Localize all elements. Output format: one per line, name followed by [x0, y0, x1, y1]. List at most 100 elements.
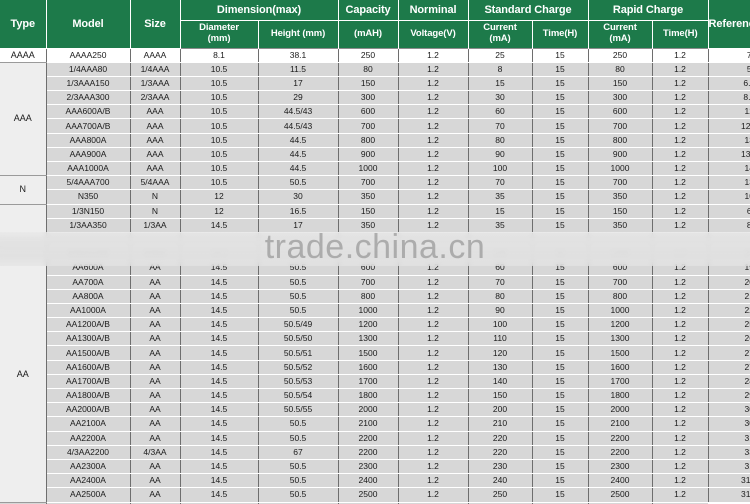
cell-voltage: 1.2	[398, 47, 469, 63]
cell-std-current: 90	[468, 302, 533, 319]
cell-rapid-time: 1.2	[652, 274, 709, 290]
cell-weight: 7	[708, 47, 750, 63]
cell-height: 44.5	[258, 160, 339, 177]
table-row: 2/3AAA3002/3AAA10.5293001.230153001.28.5	[0, 90, 750, 106]
cell-height: 50.5/54	[258, 387, 339, 404]
cell-model	[46, 231, 131, 248]
cell-std-time: 15	[532, 345, 589, 361]
cell-height	[258, 231, 339, 248]
cell-size: AA	[130, 302, 181, 319]
cell-diameter: 14.5	[180, 359, 259, 375]
header-rapid-charge: Rapid Charge	[588, 0, 709, 21]
cell-std-current: 210	[468, 416, 533, 432]
cell-diameter: 14.5	[180, 487, 259, 503]
cell-rapid-time: 1.2	[652, 175, 709, 191]
table-row: AA2200AAA14.550.522001.22201522001.231	[0, 430, 750, 446]
cell-rapid-current: 2200	[588, 444, 653, 460]
cell-size: 1/3AAA	[130, 75, 181, 92]
cell-std-time: 15	[532, 288, 589, 304]
cell-model: AA2100A	[46, 416, 131, 432]
table-row: AA 4/3AA1200 4/3AA 14.5 45 1200 1.2 120 15 1200 1.…	[0, 246, 750, 503]
cell-size: AA	[130, 416, 181, 432]
cell-std-time: 15	[532, 246, 589, 262]
cell-size: AA	[130, 487, 181, 503]
cell-std-time: 15	[532, 373, 589, 390]
cell-capacity: 1600	[338, 359, 399, 375]
cell-voltage: 1.2	[398, 189, 469, 205]
cell-rapid-current: 150	[588, 75, 653, 92]
cell-rapid-time: 1.2	[652, 345, 709, 361]
cell-diameter: 10.5	[180, 146, 259, 163]
cell-voltage: 1.2	[398, 104, 469, 120]
cell-std-current: 80	[468, 132, 533, 148]
cell-rapid-current: 250	[588, 47, 653, 63]
cell-size: 2/3AAA	[130, 90, 181, 106]
group-cell-type: AAA	[0, 61, 47, 177]
table-row: AAA800AAAA10.544.58001.280158001.213	[0, 132, 750, 148]
table-row: AA2000A/B AA 14.5 50.5/55 2000 1.2 200 15 2000 1.…	[0, 402, 750, 418]
cell-std-current: 90	[468, 146, 533, 163]
cell-model: AAA700A/B	[46, 118, 131, 134]
cell-capacity: 250	[338, 47, 399, 63]
cell-capacity: 1300	[338, 331, 399, 347]
cell-weight	[708, 231, 750, 248]
cell-height: 50.5/52	[258, 359, 339, 375]
cell-size: 4/3AA	[130, 444, 181, 460]
cell-model: AA1600A/B	[46, 359, 131, 375]
cell-rapid-current: 700	[588, 274, 653, 290]
cell-height: 50.5	[258, 288, 339, 304]
cell-rapid-time: 1.2	[652, 387, 709, 404]
cell-rapid-current: 600	[588, 260, 653, 276]
cell-std-time: 15	[532, 260, 589, 276]
cell-std-time: 15	[532, 217, 589, 233]
cell-height: 50.5	[258, 473, 339, 489]
cell-std-time: 15	[532, 416, 589, 432]
cell-weight: 5	[708, 61, 750, 77]
cell-std-current: 60	[468, 104, 533, 120]
header-capacity: Capacity	[338, 0, 399, 21]
cell-rapid-time: 1.2	[652, 217, 709, 233]
cell-rapid-time: 1.2	[652, 302, 709, 319]
cell-diameter: 14.5	[180, 345, 259, 361]
cell-weight: 14	[708, 160, 750, 177]
cell-height: 50.5	[258, 430, 339, 446]
cell-model: AAA1000A	[46, 160, 131, 177]
cell-std-current: 15	[468, 203, 533, 219]
cell-voltage: 1.2	[398, 260, 469, 276]
cell-std-time: 15	[532, 175, 589, 191]
cell-capacity: 150	[338, 75, 399, 92]
cell-capacity	[338, 231, 399, 248]
cell-height: 50.5	[258, 487, 339, 503]
cell-std-time: 15	[532, 473, 589, 489]
cell-rapid-current: 2400	[588, 473, 653, 489]
cell-rapid-current: 2300	[588, 458, 653, 475]
cell-height: 44.5/43	[258, 118, 339, 134]
cell-size: AA	[130, 345, 181, 361]
cell-std-time: 15	[532, 387, 589, 404]
table-row: AAA600A/B AAA 10.5 44.5/43 600 1.2 60 15 600 1.2 1…	[0, 104, 750, 120]
cell-size: N	[130, 203, 181, 219]
cell-height: 50.5/55	[258, 402, 339, 418]
cell-height: 44.5	[258, 132, 339, 148]
cell-capacity: 1200	[338, 246, 399, 262]
cell-diameter: 14.5	[180, 430, 259, 446]
cell-weight: 21	[708, 288, 750, 304]
cell-rapid-time: 1.2	[652, 317, 709, 333]
cell-voltage: 1.2	[398, 373, 469, 390]
table-row: N350N12303501.235153501.210	[0, 189, 750, 205]
cell-weight: 10	[708, 189, 750, 205]
cell-weight: 28	[708, 373, 750, 390]
cell-model: AA2400A	[46, 473, 131, 489]
cell-weight: 29	[708, 387, 750, 404]
cell-weight: 27	[708, 345, 750, 361]
cell-rapid-time: 1.2	[652, 160, 709, 177]
table-row: AA1300A/B AA 14.5 50.5/50 1300 1.2 110 15 1300 1.…	[0, 331, 750, 347]
table-row: AAA1000AAAA10.544.510001.21001510001.214	[0, 160, 750, 177]
header-rapid-current-ma: Current (mA)	[588, 20, 653, 48]
cell-weight: 13.5	[708, 146, 750, 163]
table-row: 1/3AA3501/3AA14.5173501.235153501.28	[0, 217, 750, 233]
cell-rapid-time	[652, 231, 709, 248]
cell-height: 67	[258, 444, 339, 460]
cell-capacity: 2300	[338, 458, 399, 475]
table-row: AA1000AAA14.550.510001.2901510001.222	[0, 302, 750, 319]
